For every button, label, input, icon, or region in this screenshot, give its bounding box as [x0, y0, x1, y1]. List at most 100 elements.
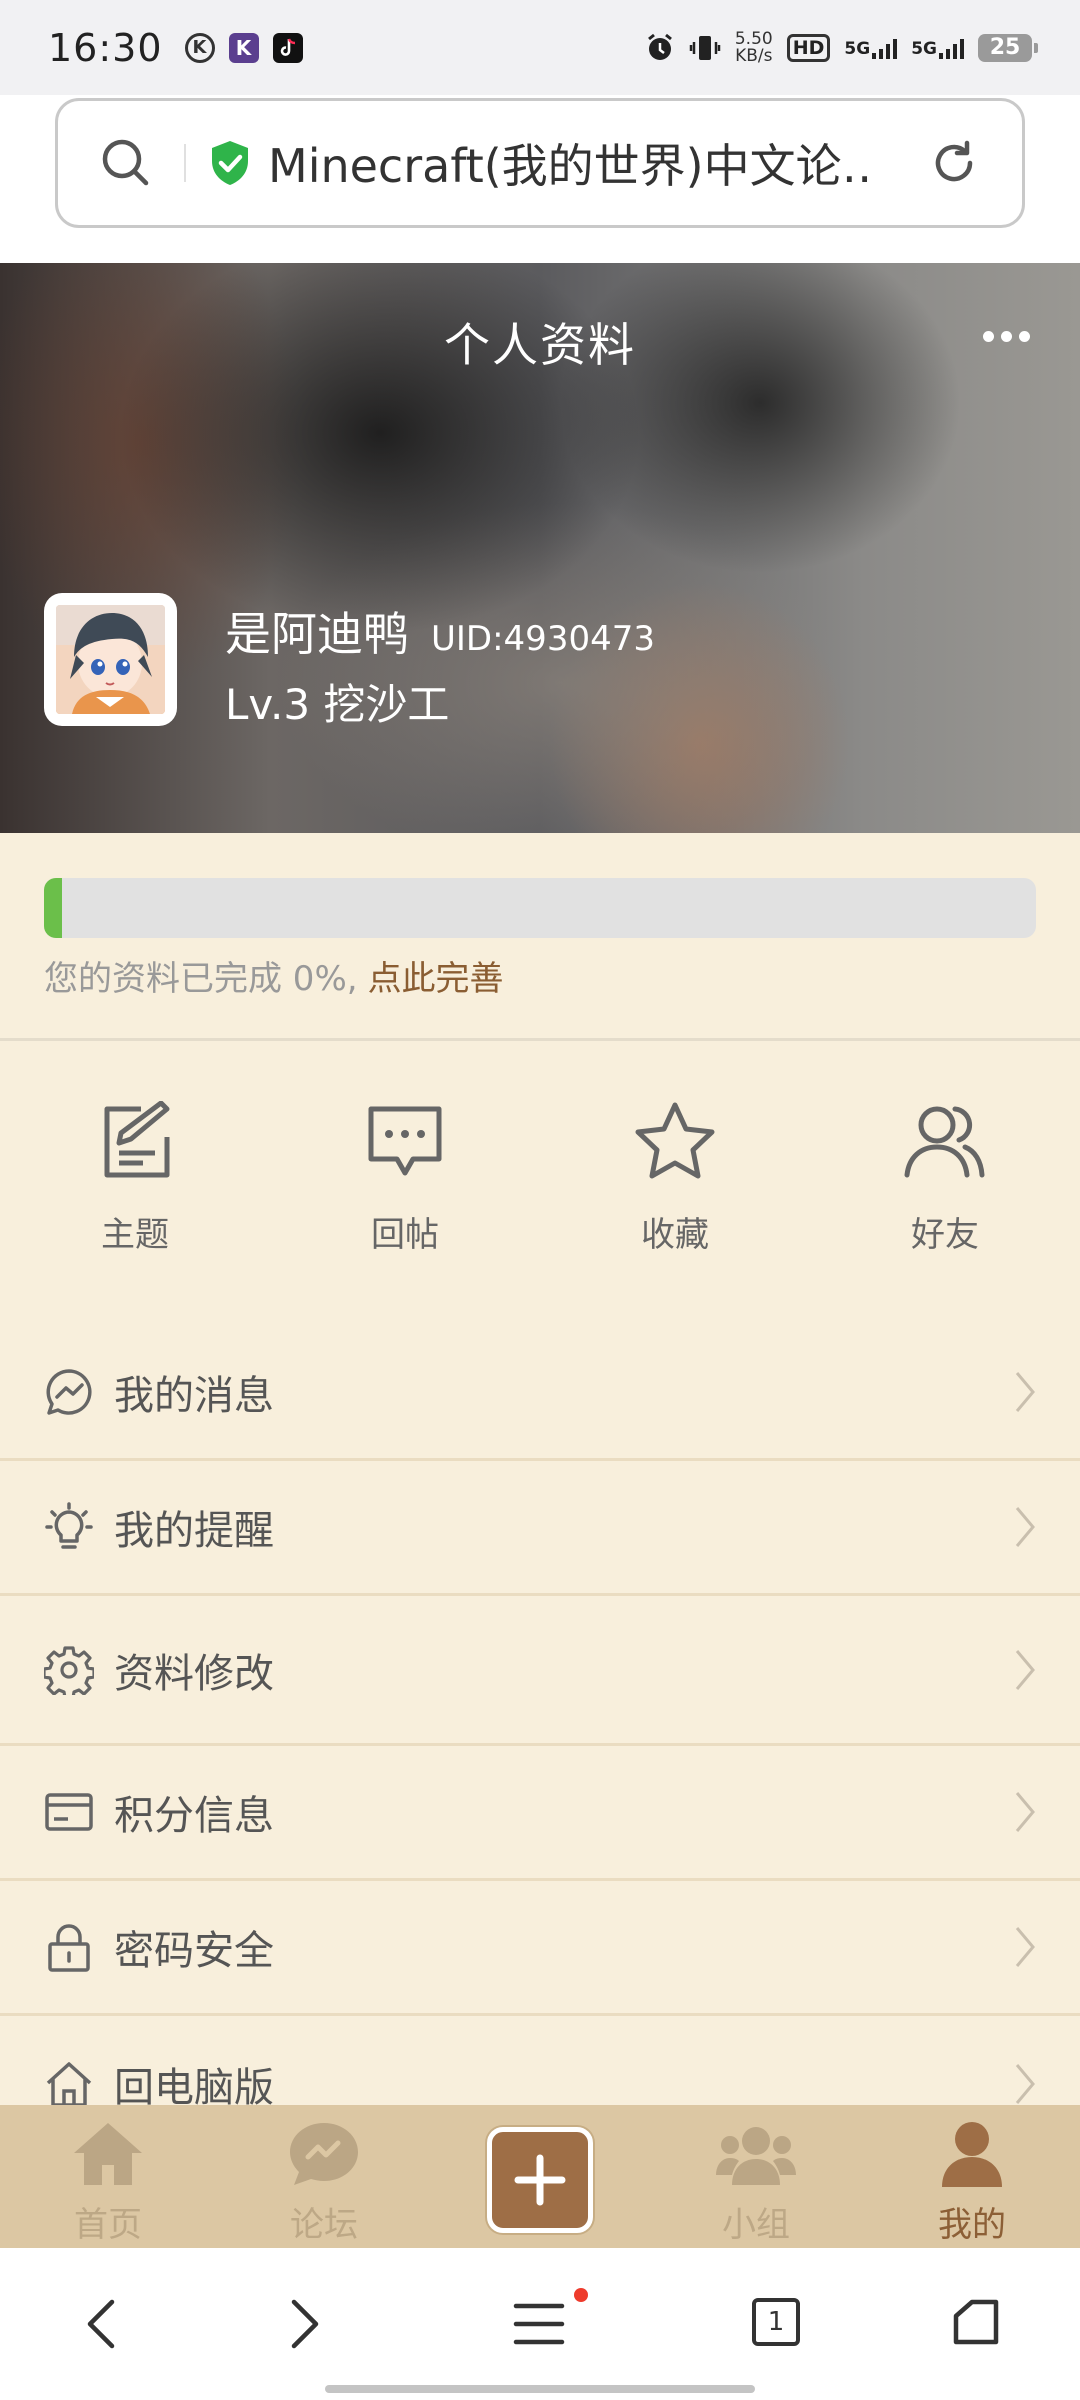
forward-icon[interactable] — [284, 2296, 324, 2352]
menu-item-points[interactable]: 积分信息 — [0, 1746, 1080, 1881]
chevron-right-icon — [1015, 1372, 1035, 1412]
menu-list: 我的消息 我的提醒 资料修改 积分信息 密码安全 回电脑版 — [0, 1326, 1080, 2151]
completion-progress-bar — [44, 878, 1036, 938]
completion-text: 您的资料已完成 0%, — [44, 959, 358, 999]
username: 是阿迪鸭 — [225, 607, 409, 661]
lock-icon — [44, 1922, 94, 1972]
address-divider — [184, 144, 186, 182]
completion-text-row: 您的资料已完成 0%, 点此完善 — [44, 951, 504, 1000]
tab-label: 首页 — [74, 2205, 142, 2245]
speed-value: 5.50 — [734, 28, 773, 49]
action-label: 收藏 — [641, 1215, 709, 1255]
url-text[interactable]: Minecraft(我的世界)中文论… — [268, 130, 868, 196]
menu-item-password[interactable]: 密码安全 — [0, 1881, 1080, 2016]
gear-icon — [44, 1645, 94, 1695]
friends-icon — [904, 1106, 985, 1178]
avatar-image — [56, 605, 165, 714]
signal-5g-2: 5G — [911, 37, 964, 59]
k-square-app-icon: K — [228, 32, 259, 63]
action-label: 回帖 — [371, 1215, 439, 1255]
reload-icon[interactable] — [926, 135, 982, 191]
forum-icon — [290, 2123, 358, 2185]
action-label: 主题 — [101, 1215, 169, 1255]
hd-badge: HD — [786, 33, 831, 62]
chevron-right-icon — [1015, 1792, 1035, 1832]
menu-label: 我的消息 — [114, 1373, 274, 1419]
chevron-right-icon — [1015, 1927, 1035, 1967]
chevron-right-icon — [1015, 1649, 1035, 1690]
tab-count: 1 — [767, 2307, 785, 2337]
tab-mine[interactable]: 我的 — [864, 2105, 1080, 2248]
battery-icon: 25 — [978, 33, 1038, 62]
tab-label: 小组 — [722, 2205, 790, 2245]
completion-progress-fill — [44, 878, 62, 938]
action-replies[interactable]: 回帖 — [305, 1101, 505, 1256]
user-level: Lv.3 挖沙工 — [225, 680, 450, 729]
menu-item-edit-profile[interactable]: 资料修改 — [0, 1596, 1080, 1746]
menu-item-reminders[interactable]: 我的提醒 — [0, 1461, 1080, 1596]
net-label-2: 5G — [911, 38, 937, 59]
net-label-1: 5G — [844, 38, 871, 59]
tab-forum[interactable]: 论坛 — [216, 2105, 432, 2248]
status-bar: 16:30 K K 5.50 KB/s HD 5G 5G 25 — [0, 0, 1080, 95]
message-icon — [44, 1367, 94, 1417]
complete-profile-link[interactable]: 点此完善 — [368, 959, 504, 999]
browser-nav-bar: 1 — [0, 2248, 1080, 2400]
quick-actions: 主题 回帖 收藏 好友 — [0, 1041, 1080, 1311]
vibrate-icon — [689, 35, 721, 60]
plus-icon[interactable] — [487, 2127, 593, 2233]
bulb-icon — [44, 1502, 94, 1552]
action-label: 好友 — [911, 1215, 979, 1255]
card-icon — [44, 1787, 94, 1837]
home-icon — [44, 2059, 94, 2109]
tab-label: 论坛 — [290, 2205, 358, 2245]
signal-5g-1: 5G — [844, 37, 898, 59]
menu-item-messages[interactable]: 我的消息 — [0, 1326, 1080, 1461]
chevron-right-icon — [1015, 1507, 1035, 1547]
browser-home-icon[interactable] — [952, 2296, 1004, 2348]
profile-completion: 您的资料已完成 0%, 点此完善 — [0, 833, 1080, 1041]
notification-dot — [574, 2288, 588, 2302]
tab-groups[interactable]: 小组 — [648, 2105, 864, 2248]
tab-label: 我的 — [938, 2205, 1006, 2245]
profile-header: 个人资料 是阿迪鸭 UID:4930473 Lv.3 挖沙工 — [0, 263, 1080, 833]
back-icon[interactable] — [82, 2296, 122, 2352]
status-time: 16:30 — [48, 25, 163, 70]
user-uid: UID:4930473 — [431, 619, 655, 659]
k-circle-app-icon: K — [184, 32, 215, 63]
tiktok-app-icon — [272, 32, 303, 63]
action-friends[interactable]: 好友 — [845, 1101, 1045, 1256]
alarm-icon — [647, 33, 672, 60]
tabs-counter-icon[interactable]: 1 — [752, 2298, 800, 2346]
status-indicators: 5.50 KB/s HD 5G 5G 25 — [645, 28, 1038, 66]
tab-post[interactable] — [432, 2105, 648, 2248]
menu-label: 回电脑版 — [114, 2064, 274, 2111]
avatar[interactable] — [44, 593, 177, 726]
signal-bars-icon — [872, 37, 898, 59]
bottom-tabbar: 首页 论坛 小组 我的 — [0, 2105, 1080, 2248]
menu-label: 我的提醒 — [114, 1508, 274, 1554]
more-options-icon[interactable] — [983, 331, 1030, 342]
address-bar[interactable]: Minecraft(我的世界)中文论… — [55, 98, 1025, 228]
chevron-right-icon — [1015, 2063, 1035, 2104]
secure-shield-icon — [212, 141, 248, 185]
menu-label: 积分信息 — [114, 1793, 274, 1839]
search-icon[interactable] — [98, 135, 154, 191]
home-indicator[interactable] — [325, 2385, 755, 2393]
group-icon — [716, 2127, 796, 2185]
speed-unit: KB/s — [735, 45, 773, 66]
edit-icon — [104, 1100, 170, 1178]
tab-home[interactable]: 首页 — [0, 2105, 216, 2248]
menu-icon[interactable] — [513, 2302, 565, 2346]
network-speed: 5.50 KB/s — [734, 28, 773, 66]
menu-label: 密码安全 — [114, 1928, 274, 1974]
browser-toolbar: Minecraft(我的世界)中文论… — [0, 95, 1080, 263]
home-icon — [74, 2123, 142, 2185]
menu-label: 资料修改 — [114, 1650, 274, 1697]
action-topics[interactable]: 主题 — [35, 1100, 235, 1256]
action-favorites[interactable]: 收藏 — [575, 1101, 775, 1256]
comment-icon — [368, 1106, 442, 1176]
star-icon — [635, 1102, 715, 1179]
user-icon — [942, 2122, 1002, 2187]
page-title: 个人资料 — [444, 318, 636, 372]
